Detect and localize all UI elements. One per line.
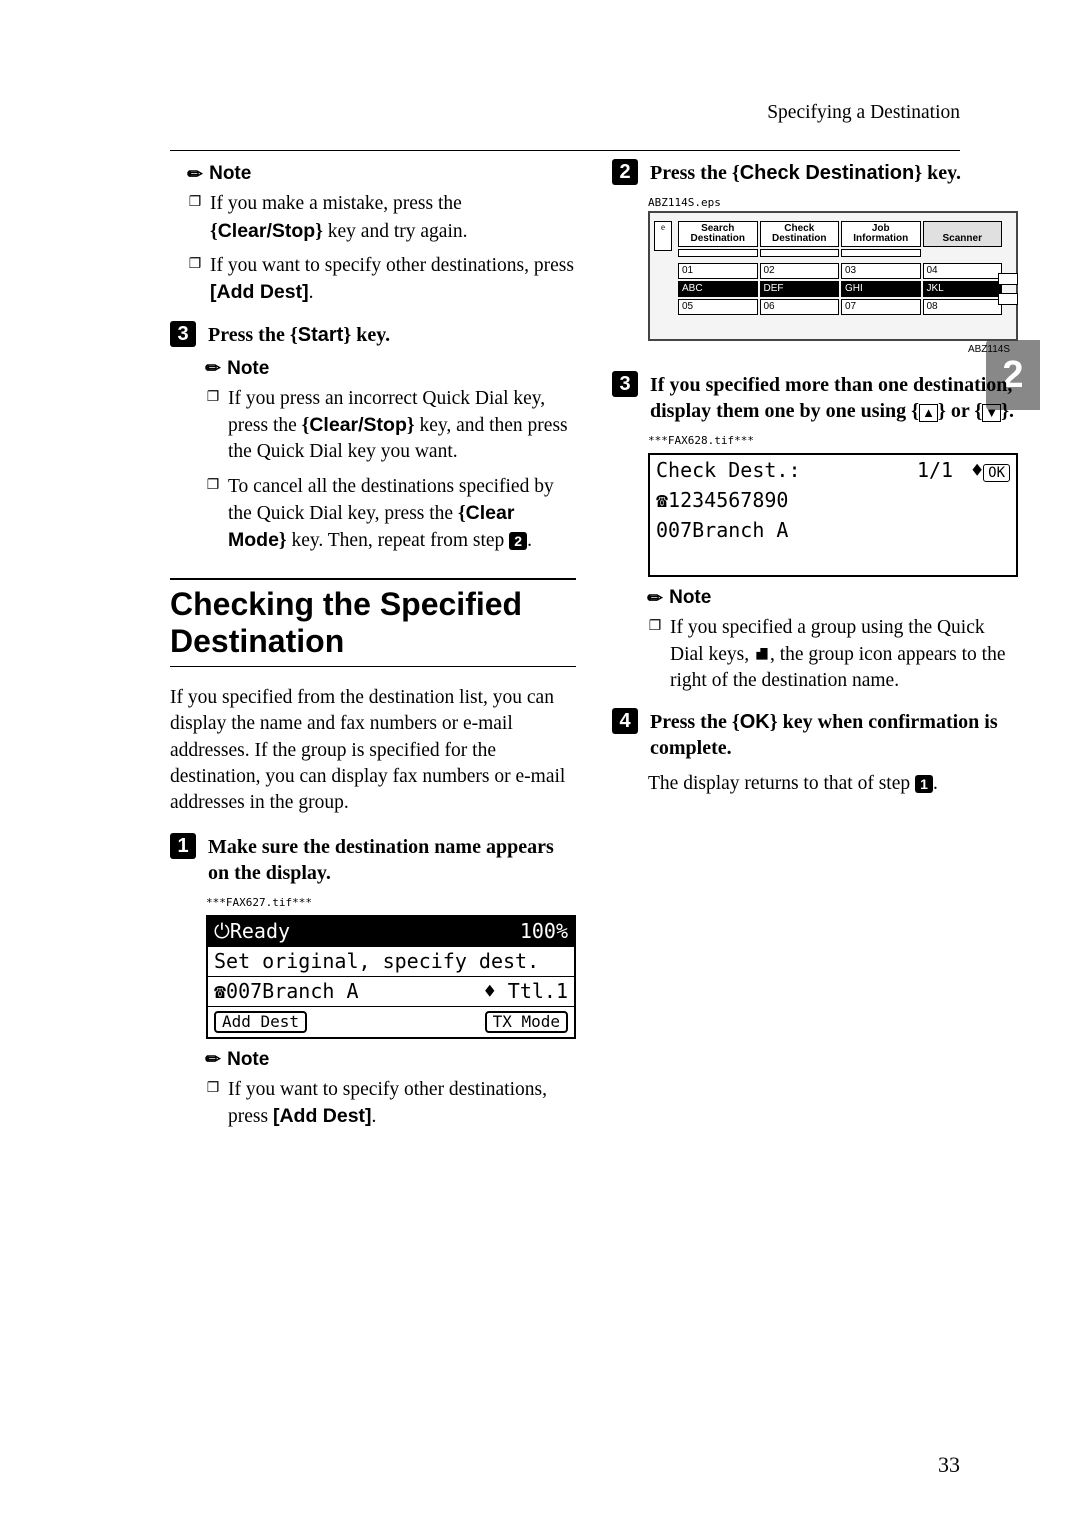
- figure-caption: ABZ114S.eps: [648, 196, 1018, 209]
- square-bullet-icon: ❐: [206, 386, 220, 466]
- step-3: 3 If you specified more than one destina…: [612, 371, 1018, 424]
- note-item: ❐If you want to specify other destinatio…: [206, 1077, 576, 1131]
- step-number-badge: 2: [612, 159, 638, 185]
- figure-id: ABZ114S: [968, 344, 1010, 355]
- step-2: 2 Press the {Check Destination} key.: [612, 159, 1018, 186]
- pencil-icon: ✎: [643, 586, 669, 612]
- quick-dial-key: ABC: [678, 281, 758, 297]
- note-item: ❐If you specified a group using the Quic…: [648, 615, 1018, 694]
- down-arrow-icon: ▼: [982, 404, 1001, 422]
- note-label: ✎Note: [188, 163, 576, 185]
- figure-caption: ***FAX628.tif***: [648, 434, 1018, 447]
- panel-side-key: e: [654, 221, 672, 251]
- left-column: ✎Note ❐If you make a mistake, press the …: [170, 159, 576, 1144]
- keypad-panel: e SearchDestination CheckDestination Job…: [648, 211, 1018, 341]
- note-item: ❐If you press an incorrect Quick Dial ke…: [206, 386, 576, 466]
- note-label: ✎Note: [206, 358, 576, 380]
- step-number-badge: 1: [170, 833, 196, 859]
- header-section: Specifying a Destination: [170, 100, 960, 126]
- panel-side-key: [998, 273, 1018, 285]
- note-item: ❐If you want to specify other destinatio…: [188, 253, 576, 307]
- quick-dial-key: 05: [678, 299, 758, 315]
- figure-caption: ***FAX627.tif***: [206, 896, 576, 909]
- square-bullet-icon: ❐: [188, 191, 202, 245]
- quick-dial-key: 06: [760, 299, 840, 315]
- note-label: ✎Note: [648, 587, 1018, 609]
- note-label: ✎Note: [206, 1049, 576, 1071]
- pencil-icon: ✎: [201, 1047, 227, 1073]
- square-bullet-icon: ❐: [206, 1077, 220, 1131]
- quick-dial-key: DEF: [760, 281, 840, 297]
- group-icon: [754, 648, 770, 660]
- section-heading: Checking the Specified Destination: [170, 578, 576, 667]
- quick-dial-key: GHI: [841, 281, 921, 297]
- step-3: 3 Press the {Start} key.: [170, 321, 576, 348]
- step-1: 1 Make sure the destination name appears…: [170, 833, 576, 886]
- tab-job-information: JobInformation: [841, 221, 921, 247]
- section-intro: If you specified from the destination li…: [170, 685, 576, 817]
- pencil-icon: ✎: [201, 356, 227, 382]
- lcd-softkey: TX Mode: [485, 1011, 568, 1033]
- tab-check-destination: CheckDestination: [760, 221, 840, 247]
- pencil-icon: ✎: [183, 162, 209, 188]
- step-number-badge: 4: [612, 708, 638, 734]
- step-number-badge: 3: [612, 371, 638, 397]
- header-rule: [170, 150, 960, 151]
- tab-scanner: Scanner: [923, 221, 1003, 247]
- page-number: 33: [938, 1452, 960, 1478]
- lcd-display: Check Dest.:1/1♦OK ☎1234567890 007Branch…: [648, 453, 1018, 577]
- tab-search-destination: SearchDestination: [678, 221, 758, 247]
- lcd-softkey: Add Dest: [214, 1011, 307, 1033]
- quick-dial-key: 07: [841, 299, 921, 315]
- square-bullet-icon: ❐: [206, 474, 220, 555]
- up-arrow-icon: ▲: [919, 404, 938, 422]
- step-4: 4 Press the {OK} key when confirmation i…: [612, 708, 1018, 761]
- square-bullet-icon: ❐: [188, 253, 202, 307]
- quick-dial-key: 08: [923, 299, 1003, 315]
- inline-step-ref: 1: [915, 775, 933, 793]
- quick-dial-key: JKL: [923, 281, 1003, 297]
- ok-indicator: OK: [983, 464, 1010, 482]
- lcd-display: ⏻Ready100% Set original, specify dest. ☎…: [206, 915, 576, 1039]
- note-item: ❐To cancel all the destinations specifie…: [206, 474, 576, 555]
- closing-text: The display returns to that of step 1.: [648, 771, 1018, 797]
- note-item: ❐If you make a mistake, press the {Clear…: [188, 191, 576, 245]
- quick-dial-key: 02: [760, 263, 840, 279]
- right-column: 2 Press the {Check Destination} key. ABZ…: [612, 159, 1018, 1144]
- step-number-badge: 3: [170, 321, 196, 347]
- quick-dial-key: 04: [923, 263, 1003, 279]
- inline-step-ref: 2: [509, 532, 527, 550]
- panel-side-key: [998, 293, 1018, 305]
- quick-dial-key: 01: [678, 263, 758, 279]
- quick-dial-key: 03: [841, 263, 921, 279]
- square-bullet-icon: ❐: [648, 615, 662, 694]
